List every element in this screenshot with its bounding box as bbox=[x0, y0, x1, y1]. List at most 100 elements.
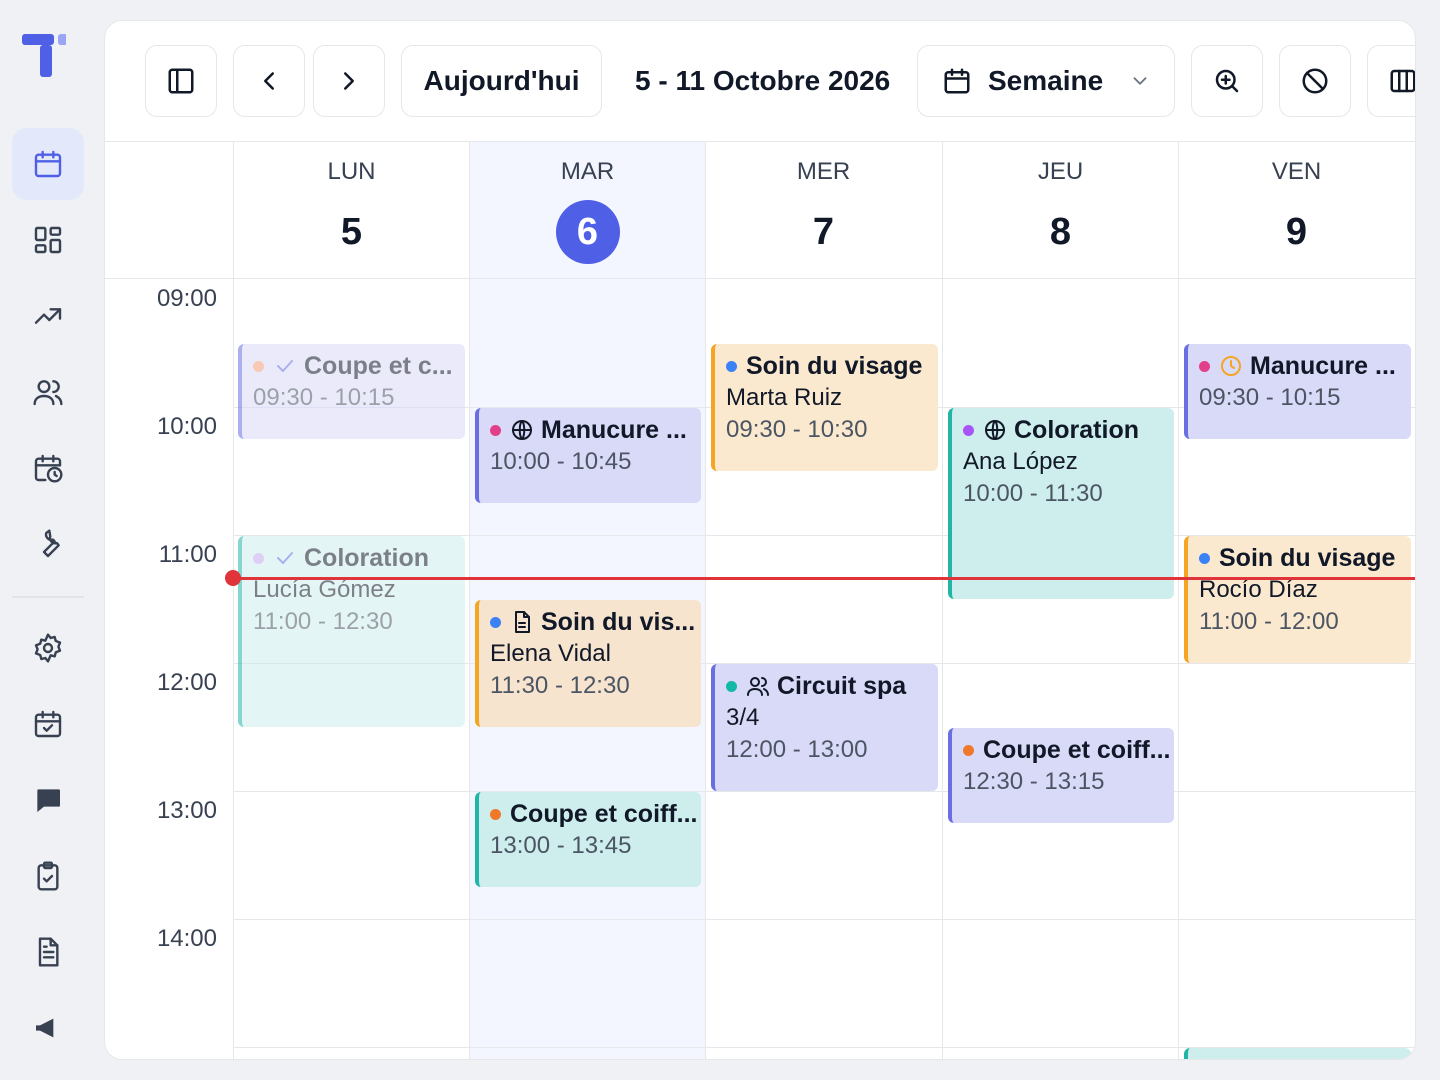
appointment-card[interactable]: Manucure ... 10:00 - 10:45 bbox=[475, 408, 701, 503]
day-number-today[interactable]: 6 bbox=[470, 200, 705, 264]
status-dot bbox=[490, 616, 501, 628]
nav-settings[interactable] bbox=[12, 612, 84, 684]
rail-divider bbox=[12, 596, 84, 598]
toggle-sidebar-button[interactable] bbox=[145, 45, 217, 117]
chevron-right-icon bbox=[344, 72, 354, 90]
appointment-title: Coupe et coiff... bbox=[510, 799, 698, 828]
day-of-week: JEU bbox=[1037, 158, 1084, 185]
appointment-card[interactable]: Circuit spa 3/4 12:00 - 13:00 bbox=[711, 664, 938, 791]
appointment-title: Soin du visage bbox=[746, 351, 923, 380]
time-label: 12:00 bbox=[156, 669, 217, 696]
appointment-card[interactable]: Coupe et coiff... 12:30 - 13:15 bbox=[948, 728, 1174, 823]
sidebar-rail bbox=[0, 0, 96, 1080]
nav-clients[interactable] bbox=[12, 356, 84, 428]
day-number[interactable]: 7 bbox=[706, 200, 941, 264]
view-select[interactable]: Semaine bbox=[917, 45, 1175, 117]
nav-bookings[interactable] bbox=[12, 688, 84, 760]
appointment-card[interactable] bbox=[1184, 1048, 1411, 1059]
t-logo-icon[interactable] bbox=[22, 32, 66, 80]
time-label: 14:00 bbox=[156, 925, 217, 952]
users-icon bbox=[33, 380, 63, 406]
today-button[interactable]: Aujourd'hui bbox=[401, 45, 602, 117]
calendar-card: Aujourd'hui 5 - 11 Octobre 2026 Semaine … bbox=[104, 20, 1416, 1060]
nav-documents[interactable] bbox=[12, 916, 84, 988]
nav-messages[interactable] bbox=[12, 764, 84, 836]
status-dot bbox=[490, 424, 501, 436]
nav-stats[interactable] bbox=[12, 280, 84, 352]
appointment-time: 10:00 - 10:45 bbox=[490, 448, 632, 475]
time-label: 13:00 bbox=[156, 797, 217, 824]
day-number[interactable]: 5 bbox=[234, 200, 469, 264]
appointment-time: 13:00 - 13:45 bbox=[490, 832, 632, 859]
appointment-title: Manucure ... bbox=[1250, 351, 1396, 380]
header-divider bbox=[105, 278, 1415, 279]
appointment-time: 12:30 - 13:15 bbox=[963, 768, 1105, 795]
document-icon bbox=[38, 937, 59, 967]
nav-tasks[interactable] bbox=[12, 840, 84, 912]
document-icon bbox=[515, 611, 530, 633]
users-icon bbox=[747, 677, 769, 696]
block-time-button[interactable] bbox=[1279, 45, 1351, 117]
day-number[interactable]: 9 bbox=[1179, 200, 1414, 264]
appointment-time: 11:00 - 12:00 bbox=[1199, 608, 1339, 635]
trending-icon bbox=[34, 308, 62, 324]
day-column-thu[interactable]: JEU 8 bbox=[942, 142, 1178, 1059]
nav-marketing[interactable] bbox=[12, 992, 84, 1064]
appointment-time: 11:30 - 12:30 bbox=[490, 672, 630, 699]
settings-icon bbox=[34, 633, 62, 663]
calendar-icon bbox=[944, 68, 970, 94]
appointment-card[interactable]: Coupe et coiff... 13:00 - 13:45 bbox=[475, 792, 701, 887]
appointment-card[interactable]: Coupe et c... 09:30 - 10:15 bbox=[238, 344, 465, 439]
today-button-label: Aujourd'hui bbox=[423, 65, 580, 96]
day-number[interactable]: 8 bbox=[943, 200, 1178, 264]
current-time-line bbox=[233, 577, 1415, 580]
columns-button[interactable] bbox=[1367, 45, 1415, 117]
status-dot bbox=[1199, 360, 1210, 372]
current-time-dot bbox=[225, 570, 241, 586]
block-icon bbox=[1302, 68, 1328, 94]
check-icon bbox=[277, 360, 293, 372]
appointment-card[interactable]: Coloration Lucía Gómez 11:00 - 12:30 bbox=[238, 536, 465, 727]
appointment-time: 09:30 - 10:30 bbox=[726, 416, 868, 443]
check-icon bbox=[277, 552, 293, 564]
time-label: 11:00 bbox=[158, 541, 217, 568]
appointment-title: Circuit spa bbox=[777, 671, 907, 700]
next-week-button[interactable] bbox=[313, 45, 385, 117]
prev-week-button[interactable] bbox=[233, 45, 305, 117]
day-of-week: LUN bbox=[327, 158, 376, 185]
status-dot bbox=[253, 552, 264, 564]
wrench-icon bbox=[42, 529, 60, 558]
status-dot bbox=[963, 424, 974, 436]
status-dot bbox=[726, 360, 737, 372]
appointment-card[interactable]: Manucure ... 09:30 - 10:15 bbox=[1184, 344, 1411, 439]
time-label: 09:00 bbox=[156, 285, 217, 312]
appointment-title: Soin du vis... bbox=[541, 607, 696, 636]
appointment-client: Ana López bbox=[963, 448, 1078, 475]
appointment-client: Elena Vidal bbox=[490, 640, 611, 667]
globe-icon bbox=[985, 420, 1005, 440]
appointment-card[interactable]: Soin du vis... Elena Vidal 11:30 - 12:30 bbox=[475, 600, 701, 727]
nav-schedule[interactable] bbox=[12, 432, 84, 504]
status-dot bbox=[1199, 552, 1210, 564]
appointment-card[interactable]: Coloration Ana López 10:00 - 11:30 bbox=[948, 408, 1174, 599]
clock-icon bbox=[1221, 356, 1241, 376]
appointment-client: Marta Ruiz bbox=[726, 384, 843, 411]
status-dot bbox=[253, 360, 264, 372]
dashboard-icon bbox=[34, 226, 62, 254]
appointment-time: 09:30 - 10:15 bbox=[253, 384, 395, 411]
appointment-card[interactable]: Soin du visage Rocío Díaz 11:00 - 12:00 bbox=[1184, 536, 1411, 663]
nav-calendar[interactable] bbox=[12, 128, 84, 200]
nav-tools[interactable] bbox=[12, 508, 84, 580]
nav-dashboard[interactable] bbox=[12, 204, 84, 276]
zoom-button[interactable] bbox=[1191, 45, 1263, 117]
sidebar-toggle-icon bbox=[168, 68, 194, 94]
chevron-down-icon bbox=[1133, 77, 1147, 85]
appointment-title: Coloration bbox=[1014, 415, 1139, 444]
calendar-check-icon bbox=[34, 710, 62, 738]
appointment-title: Soin du visage bbox=[1219, 543, 1396, 572]
calendar-icon bbox=[34, 150, 62, 178]
appointment-title: Coupe et coiff... bbox=[983, 735, 1171, 764]
appointment-title: Manucure ... bbox=[541, 415, 687, 444]
appointment-card[interactable]: Soin du visage Marta Ruiz 09:30 - 10:30 bbox=[711, 344, 938, 471]
day-column-wed[interactable]: MER 7 bbox=[705, 142, 941, 1059]
